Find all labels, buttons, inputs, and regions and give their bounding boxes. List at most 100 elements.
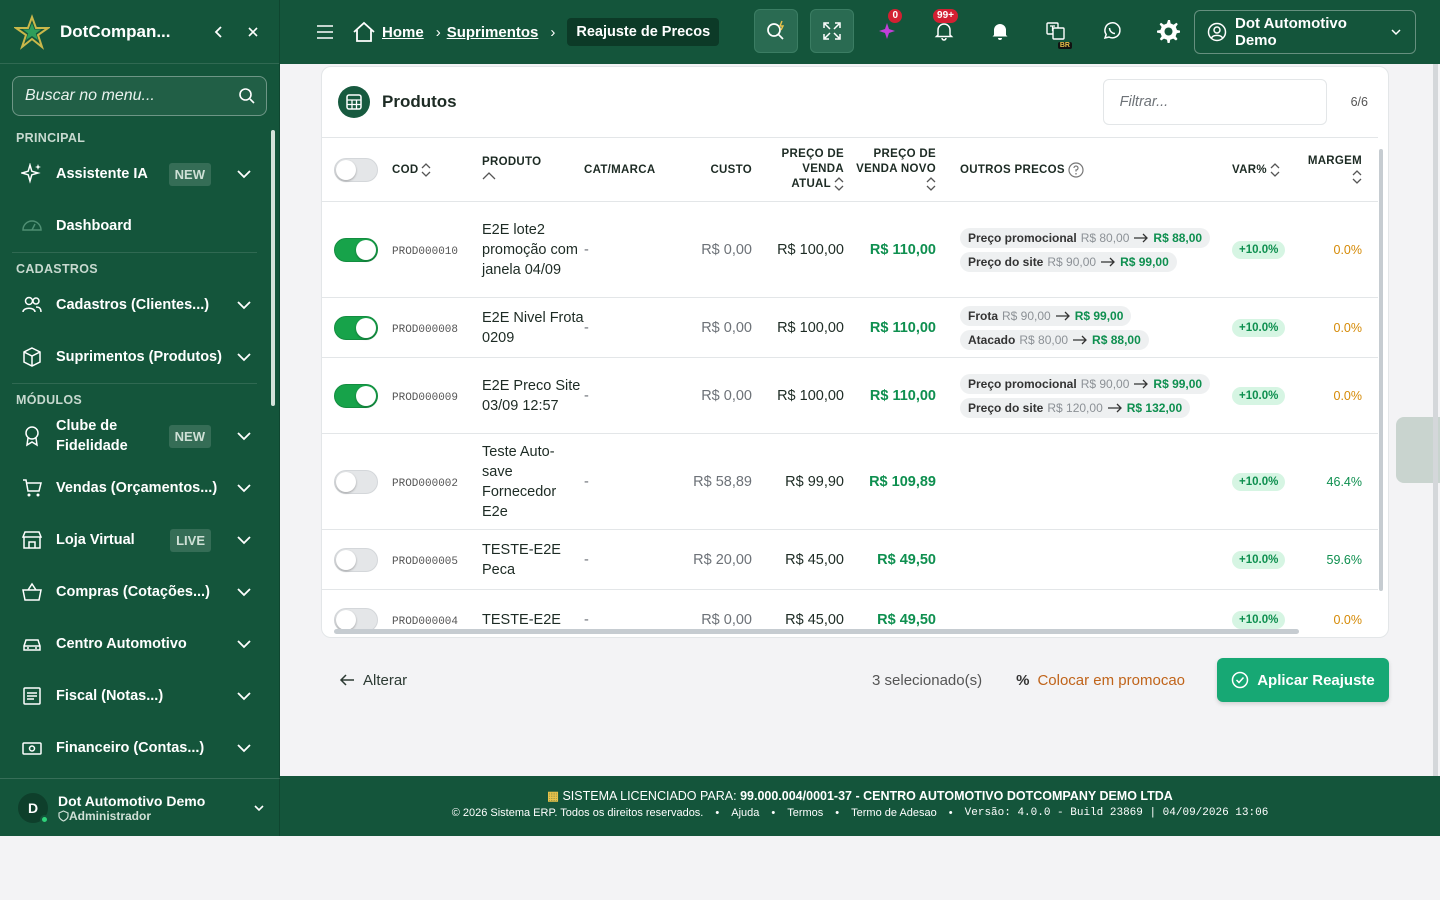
select-all-toggle[interactable] [334, 157, 378, 182]
sort-icon[interactable] [926, 177, 936, 191]
breadcrumb-separator: › [550, 23, 556, 41]
fullscreen-button[interactable] [810, 9, 854, 53]
col-produto[interactable]: PRODUTO [482, 137, 584, 202]
breadcrumb-home[interactable]: Home [382, 24, 424, 41]
col-preco-novo[interactable]: PREÇO DE VENDA NOVO [854, 137, 946, 202]
chevron-down-icon[interactable] [235, 296, 253, 314]
link-termo-adesao[interactable]: Termo de Adesao [851, 807, 937, 819]
chevron-down-icon[interactable] [235, 427, 253, 445]
page-scrollbar[interactable] [1433, 64, 1438, 776]
table-row[interactable]: PROD000004 TESTE-E2E - R$ 0,00 R$ 45,00 … [322, 589, 1378, 629]
search-icon[interactable] [238, 87, 256, 105]
col-cat-marca: CAT/MARCA [584, 137, 676, 202]
chevron-down-icon[interactable] [235, 739, 253, 757]
product-code: PROD000005 [392, 555, 459, 568]
sort-icon[interactable] [1352, 170, 1362, 184]
table-row[interactable]: PROD000002 Teste Auto-save Fornecedor E2… [322, 433, 1378, 530]
product-cost: R$ 0,00 [676, 357, 762, 434]
table-row[interactable]: PROD000008 E2E Nivel Frota 0209 - R$ 0,0… [322, 297, 1378, 358]
sidebar-item-compras[interactable]: Compras (Cotações...) [0, 566, 269, 618]
col-margem[interactable]: MARGEM [1292, 137, 1378, 202]
sort-asc-icon[interactable] [482, 172, 496, 180]
col-var[interactable]: VAR% [1218, 137, 1292, 202]
table-row[interactable]: PROD000009 E2E Preco Site 03/09 12:57 - … [322, 357, 1378, 434]
chevron-down-icon[interactable] [235, 583, 253, 601]
sidebar-item-dashboard[interactable]: Dashboard [0, 200, 269, 252]
sidebar-item-cadastros[interactable]: Cadastros (Clientes...) [0, 279, 269, 331]
sidebar-scrollbar[interactable] [271, 130, 275, 406]
menu-search-input[interactable] [25, 87, 238, 105]
user-role: Administrador [58, 809, 242, 823]
table-vertical-scrollbar[interactable] [1379, 149, 1383, 591]
col-cod[interactable]: COD [392, 137, 482, 202]
filter-input[interactable]: Filtrar... [1102, 79, 1327, 125]
sidebar-item-suprimentos[interactable]: Suprimentos (Produtos) [0, 331, 269, 383]
home-icon[interactable] [352, 21, 376, 43]
chevron-down-icon[interactable] [235, 635, 253, 653]
help-icon[interactable] [1068, 161, 1084, 178]
sort-icon[interactable] [834, 177, 844, 191]
product-cost: R$ 20,00 [676, 529, 762, 590]
new-price[interactable]: R$ 110,00 [854, 201, 946, 298]
selected-count: 3 selecionado(s) [872, 671, 983, 689]
chevron-down-icon[interactable] [235, 165, 253, 183]
table-row[interactable]: PROD000010 E2E lote2 promoção com janela… [322, 201, 1378, 298]
row-select-toggle[interactable] [334, 547, 378, 572]
chevron-down-icon[interactable] [252, 801, 266, 815]
chevron-down-icon[interactable] [235, 479, 253, 497]
user-circle-icon [1207, 22, 1227, 42]
table-icon [338, 86, 370, 118]
language-button[interactable]: BR [1034, 9, 1078, 53]
row-select-toggle[interactable] [334, 315, 378, 340]
sidebar-item-centro-automotivo[interactable]: Centro Automotivo [0, 618, 269, 670]
margin-value: 0.0% [1333, 320, 1363, 335]
breadcrumb-suprimentos[interactable]: Suprimentos [447, 24, 539, 41]
table-horizontal-scrollbar[interactable] [334, 629, 1299, 634]
other-price-chip: Preço promocional R$ 80,00 R$ 88,00 [960, 227, 1211, 248]
col-preco-atual[interactable]: PREÇO DE VENDA ATUAL [762, 137, 854, 202]
whatsapp-icon[interactable] [1090, 9, 1134, 53]
sort-icon[interactable] [421, 162, 431, 177]
ai-sparkle-button[interactable]: 0 [866, 9, 910, 53]
user-menu-button[interactable]: Dot Automotivo Demo [1194, 10, 1416, 54]
chevron-down-icon[interactable] [235, 531, 253, 549]
new-price[interactable]: R$ 109,89 [854, 433, 946, 530]
quick-search-button[interactable] [754, 9, 798, 53]
sidebar-item-assistente-ia[interactable]: Assistente IA NEW [0, 148, 269, 200]
product-code: PROD000008 [392, 323, 459, 336]
new-price[interactable]: R$ 110,00 [854, 357, 946, 434]
sidebar-item-fiscal[interactable]: Fiscal (Notas...) [0, 670, 269, 722]
sidebar-item-vendas[interactable]: Vendas (Orçamentos...) [0, 462, 269, 514]
collapse-sidebar-button[interactable] [207, 20, 231, 44]
margin-value: 0.0% [1333, 242, 1363, 257]
settings-gear-icon[interactable] [1146, 9, 1190, 53]
sidebar-item-label: Centro Automotivo [56, 636, 187, 652]
table-row[interactable]: PROD000005 TESTE-E2E Peca - R$ 20,00 R$ … [322, 529, 1378, 590]
row-select-toggle[interactable] [334, 469, 378, 494]
promo-button[interactable]: % Colocar em promocao [1016, 672, 1185, 689]
row-select-toggle[interactable] [334, 607, 378, 629]
alerts-bell-icon[interactable] [978, 9, 1022, 53]
sidebar-item-loja-virtual[interactable]: Loja Virtual LIVE [0, 514, 269, 566]
back-button[interactable]: Alterar [339, 672, 407, 689]
link-ajuda[interactable]: Ajuda [731, 807, 759, 819]
hamburger-menu-icon[interactable] [316, 25, 336, 39]
sidebar-user[interactable]: D Dot Automotivo Demo Administrador [0, 778, 280, 836]
row-select-toggle[interactable] [334, 383, 378, 408]
margin-value: 0.0% [1333, 612, 1363, 627]
new-price[interactable]: R$ 110,00 [854, 297, 946, 358]
notifications-button[interactable]: 99+ [922, 9, 966, 53]
new-price[interactable]: R$ 49,50 [854, 529, 946, 590]
sidebar-item-financeiro[interactable]: Financeiro (Contas...) [0, 722, 269, 774]
chevron-down-icon[interactable] [235, 348, 253, 366]
link-termos[interactable]: Termos [787, 807, 823, 819]
sidebar-item-clube-fidelidade[interactable]: Clube de Fidelidade NEW [0, 410, 269, 462]
chevron-down-icon[interactable] [235, 687, 253, 705]
apply-button[interactable]: Aplicar Reajuste [1217, 658, 1389, 702]
breadcrumb: Home › Suprimentos › Reajuste de Precos [352, 18, 720, 46]
sidebar-item-label: Financeiro (Contas...) [56, 740, 205, 756]
row-select-toggle[interactable] [334, 237, 378, 262]
close-sidebar-button[interactable] [241, 20, 265, 44]
sort-icon[interactable] [1270, 162, 1280, 177]
new-price[interactable]: R$ 49,50 [854, 589, 946, 629]
